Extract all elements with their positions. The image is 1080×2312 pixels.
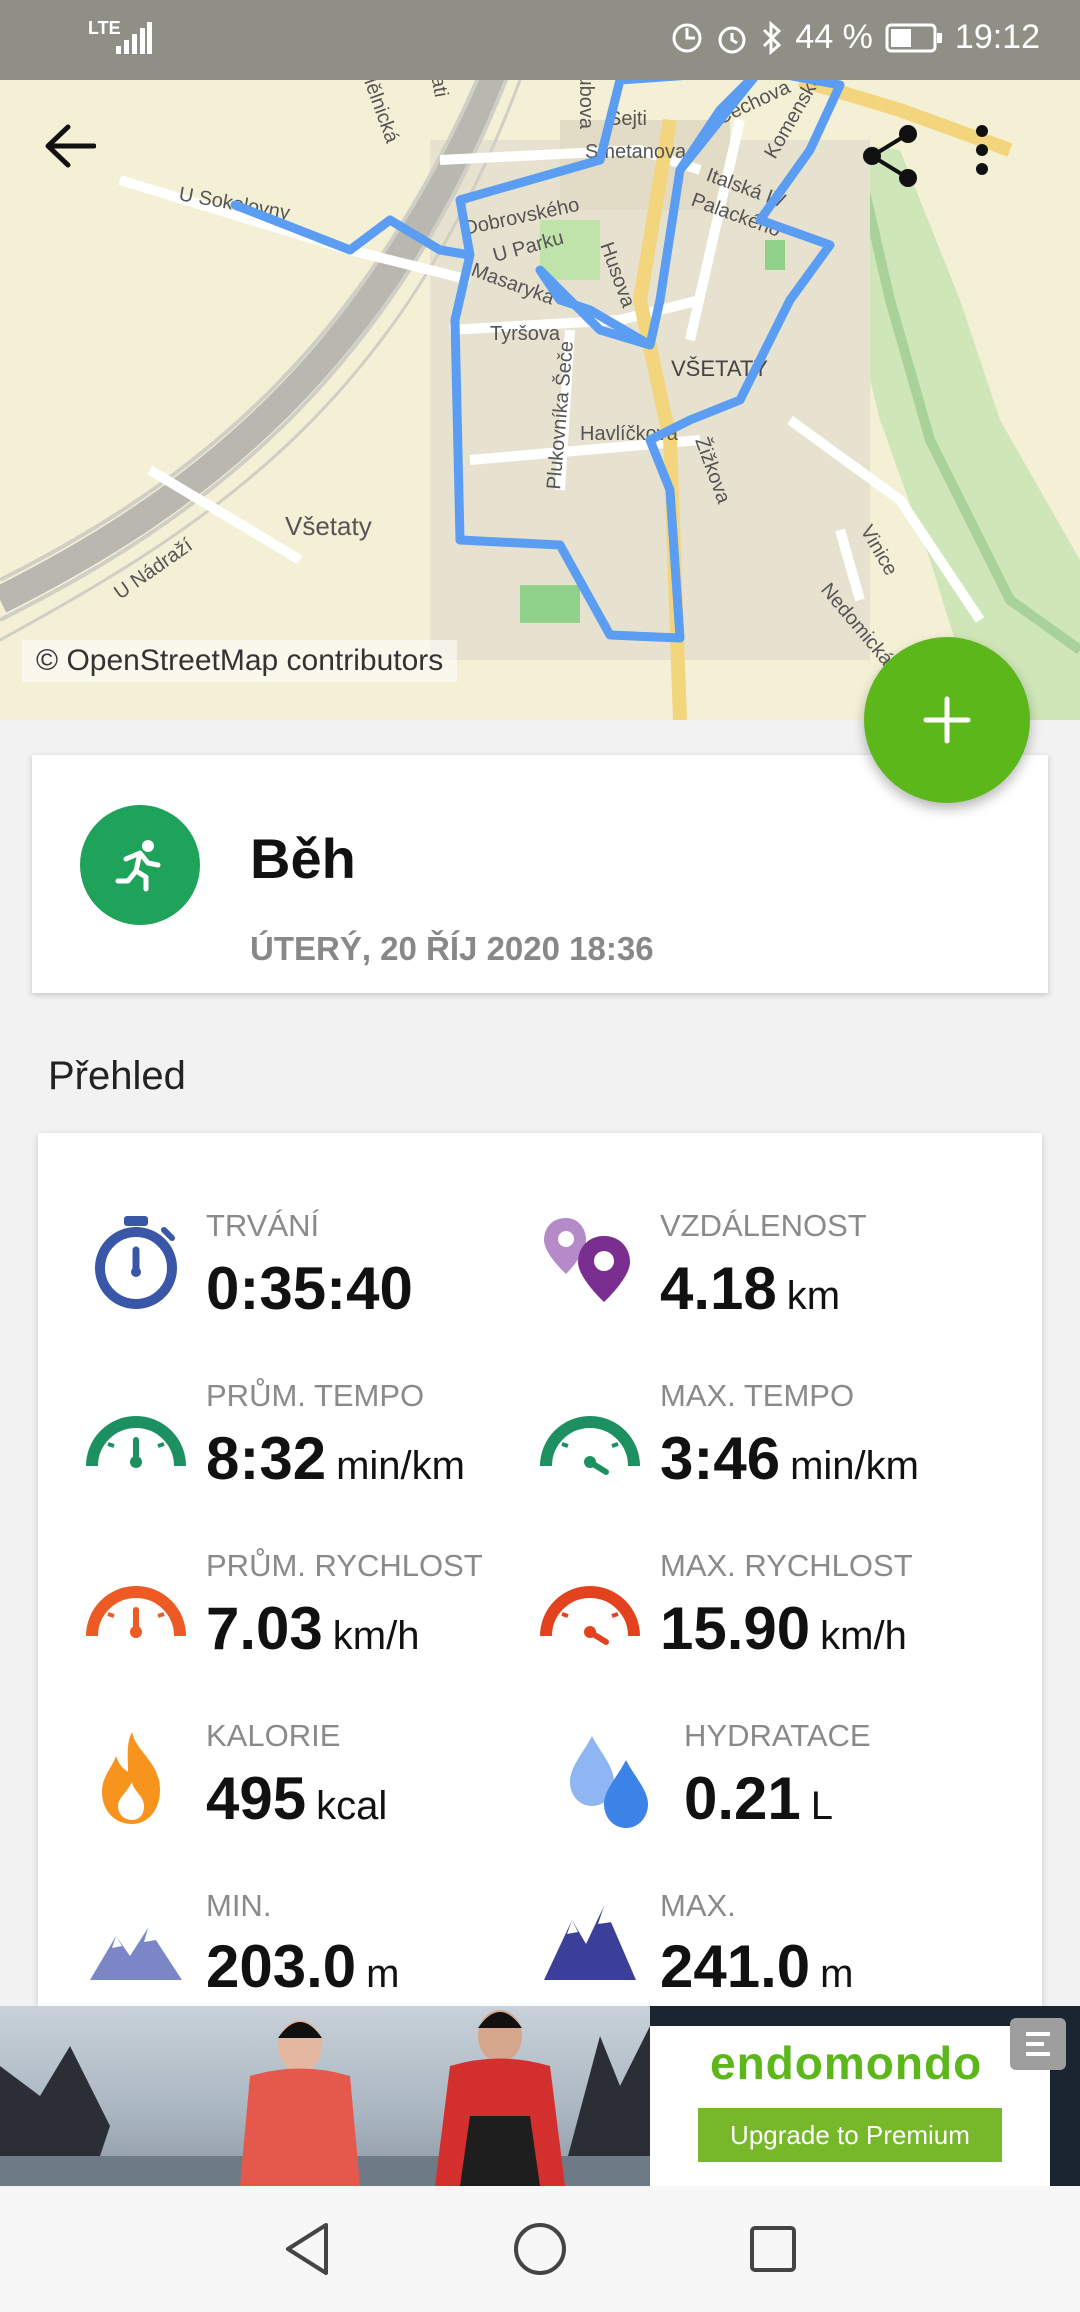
- stat-value-max-speed: 15.90 km/h: [660, 1594, 907, 1663]
- water-drops-icon: [570, 1736, 648, 1828]
- battery-percent: 44 %: [795, 18, 873, 56]
- stat-number: 7.03: [206, 1595, 323, 1662]
- stat-value-calories: 495 kcal: [206, 1764, 387, 1833]
- share-icon: [863, 125, 917, 187]
- nav-recents-icon[interactable]: [748, 2224, 798, 2274]
- stat-number: 8:32: [206, 1425, 327, 1492]
- overview-heading: Přehled: [48, 1054, 186, 1098]
- stat-unit: m: [366, 1952, 400, 1996]
- stat-label-avg-speed: PRŮM. RYCHLOST: [206, 1548, 483, 1583]
- stat-number: 0:35:40: [206, 1255, 413, 1322]
- stat-value-max-pace: 3:46 min/km: [660, 1424, 919, 1493]
- stat-unit: km/h: [820, 1614, 907, 1658]
- stat-label-distance: VZDÁLENOST: [660, 1208, 867, 1243]
- share-button[interactable]: [860, 124, 940, 204]
- stat-unit: min/km: [336, 1444, 465, 1488]
- more-vert-icon: [976, 125, 988, 175]
- svg-text:Všetaty: Všetaty: [285, 511, 372, 541]
- stat-value-hydration: 0.21 L: [684, 1764, 833, 1833]
- stat-value-duration: 0:35:40: [206, 1254, 413, 1323]
- ad-photo: [0, 2006, 650, 2186]
- ad-content: endomondo Upgrade to Premium: [650, 2026, 1050, 2186]
- activity-date: ÚTERÝ, 20 ŘÍJ 2020 18:36: [250, 930, 654, 967]
- signal-icon: [116, 22, 152, 54]
- ad-banner[interactable]: endomondo Upgrade to Premium: [0, 2006, 1080, 2186]
- stat-number: 3:46: [660, 1425, 781, 1492]
- status-bar: LTE 44 % 19:12: [0, 0, 1080, 80]
- stat-label-hydration: HYDRATACE: [684, 1718, 871, 1753]
- stat-number: 4.18: [660, 1255, 777, 1322]
- stat-label-max-speed: MAX. RYCHLOST: [660, 1548, 913, 1583]
- status-right: 44 % 19:12: [671, 18, 1040, 57]
- stat-label-duration: TRVÁNÍ: [206, 1208, 320, 1243]
- alarm-icon: [718, 26, 746, 53]
- stat-number: 203.0: [206, 1933, 357, 2000]
- stat-unit: m: [820, 1952, 854, 1996]
- gauge-red-icon: [540, 1586, 640, 1645]
- more-options-button[interactable]: [974, 124, 1054, 204]
- activity-title: Běh: [250, 827, 356, 890]
- data-saver-icon: [672, 23, 702, 52]
- add-button[interactable]: [864, 637, 1030, 803]
- stat-label-min-altitude: MIN.: [206, 1888, 272, 1923]
- stat-value-distance: 4.18 km: [660, 1254, 840, 1323]
- stat-value-min-altitude: 203.0 m: [206, 1932, 399, 2001]
- stat-unit: kcal: [316, 1784, 388, 1828]
- stat-unit: min/km: [790, 1444, 919, 1488]
- svg-text:Tyršova: Tyršova: [490, 323, 561, 345]
- stat-number: 495: [206, 1765, 307, 1832]
- battery-icon: [885, 23, 942, 52]
- stat-value-max-altitude: 241.0 m: [660, 1932, 853, 2001]
- stat-number: 241.0: [660, 1933, 811, 2000]
- stat-unit: km/h: [332, 1614, 420, 1658]
- ad-runners-image: [0, 2010, 650, 2186]
- stopwatch-icon: [95, 1216, 177, 1309]
- stat-unit: L: [810, 1784, 834, 1828]
- stat-label-max-altitude: MAX.: [660, 1888, 736, 1923]
- activity-type-badge: [80, 805, 200, 925]
- stat-number: 15.90: [660, 1595, 811, 1662]
- clock: 19:12: [954, 18, 1040, 56]
- back-button[interactable]: [44, 124, 124, 204]
- plus-icon: [923, 696, 971, 744]
- location-pins-icon: [544, 1218, 630, 1302]
- system-nav-bar: [0, 2186, 1080, 2312]
- gauge-orange-icon: [86, 1586, 186, 1638]
- ad-brand: endomondo: [710, 2037, 983, 2089]
- mountain-dark-icon: [544, 1906, 636, 1980]
- map-canvas: Mělnická U Trati Hubova Sejti Smetanova …: [0, 0, 1080, 720]
- stat-unit: km: [786, 1274, 841, 1318]
- gauge-green-max-icon: [540, 1416, 640, 1475]
- arrow-left-icon: [45, 124, 96, 168]
- stat-value-avg-speed: 7.03 km/h: [206, 1594, 419, 1663]
- gauge-green-icon: [86, 1416, 186, 1468]
- running-icon: [115, 840, 161, 892]
- flame-icon: [102, 1732, 160, 1824]
- route-map[interactable]: Mělnická U Trati Hubova Sejti Smetanova …: [0, 0, 1080, 720]
- stat-label-avg-pace: PRŮM. TEMPO: [206, 1378, 425, 1413]
- stat-label-calories: KALORIE: [206, 1718, 341, 1753]
- stat-value-avg-pace: 8:32 min/km: [206, 1424, 465, 1493]
- nav-home-icon[interactable]: [512, 2221, 568, 2277]
- upgrade-premium-button[interactable]: Upgrade to Premium: [698, 2108, 1002, 2162]
- stat-label-max-pace: MAX. TEMPO: [660, 1378, 855, 1413]
- nav-back-icon[interactable]: [282, 2221, 332, 2277]
- map-attribution: © OpenStreetMap contributors: [22, 640, 458, 682]
- ad-choices-icon[interactable]: [1008, 2016, 1068, 2072]
- stat-number: 0.21: [684, 1765, 801, 1832]
- mountain-light-icon: [90, 1928, 182, 1980]
- bluetooth-icon: [763, 20, 782, 55]
